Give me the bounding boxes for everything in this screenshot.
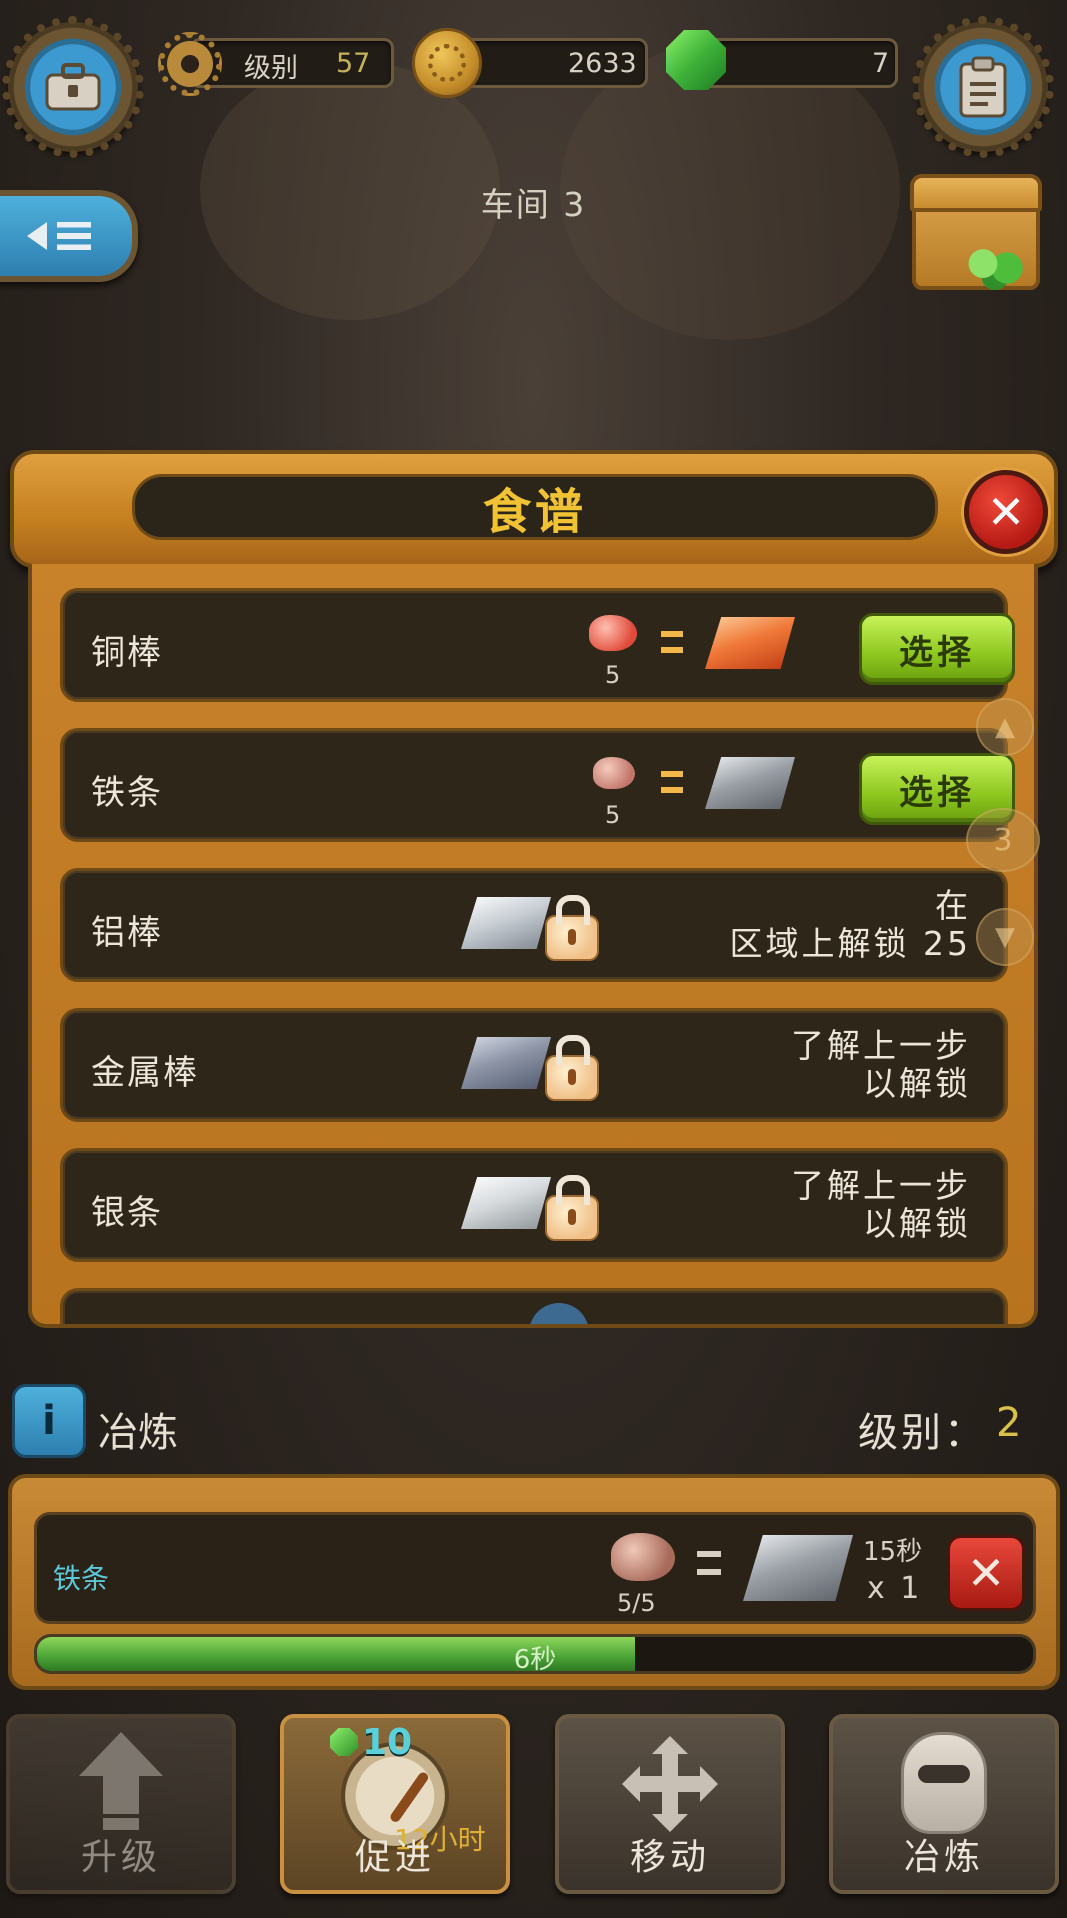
recipe-name: 金属棒: [91, 1053, 199, 1093]
recipe-row: 铁条 5 选择: [60, 728, 1015, 842]
clock-hand: [388, 1770, 431, 1824]
close-icon: ✕: [986, 485, 1026, 539]
copper-ore-icon: [589, 615, 637, 651]
gear-icon: [158, 32, 222, 96]
recipe-row: 银条 了解上一步 以解锁: [60, 1148, 1008, 1262]
info-button[interactable]: i: [12, 1384, 86, 1458]
gem-icon: [330, 1728, 358, 1756]
page-indicator: 3: [966, 808, 1040, 872]
recipe-row: 铝棒 在 区域上解锁 25: [60, 868, 1008, 982]
info-icon: i: [42, 1398, 56, 1444]
move-label: 移动: [629, 1837, 710, 1878]
move-arrows-icon: [622, 1736, 718, 1832]
arrow-up-icon: [79, 1732, 163, 1776]
smelt-button[interactable]: 冶炼: [829, 1714, 1059, 1894]
close-button[interactable]: ✕: [964, 470, 1048, 554]
inventory-button[interactable]: [2, 16, 144, 158]
upgrade-button[interactable]: 升级: [6, 1714, 236, 1894]
progress-bar: 6秒: [34, 1634, 1036, 1674]
unlock-hint-line: 在: [935, 886, 971, 925]
scroll-up-button[interactable]: ▲: [976, 698, 1034, 756]
toolbox-icon: [45, 63, 101, 111]
boost-label: 促进: [354, 1837, 435, 1878]
item-icon: [529, 1303, 589, 1324]
recipe-row: 金属棒 了解上一步 以解锁: [60, 1008, 1008, 1122]
menu-icon: [57, 222, 91, 250]
workshop-title: 车间 3: [480, 185, 587, 224]
equals-icon: [697, 1551, 721, 1575]
iron-ore-icon: [611, 1533, 675, 1581]
queue-input-count: 5/5: [617, 1589, 656, 1617]
unlock-hint-line: 了解上一步: [791, 1166, 971, 1205]
aluminum-ingot-icon: [461, 897, 551, 949]
upgrade-label: 升级: [80, 1837, 161, 1878]
iron-ingot-icon: [705, 757, 795, 809]
unlock-hint-line: 以解锁: [863, 1064, 971, 1103]
queue-item-name: 铁条: [53, 1562, 110, 1595]
ore-count: 5: [605, 801, 621, 829]
coin-icon: [412, 28, 482, 98]
iron-ore-icon: [593, 757, 635, 789]
recipe-name: 铁条: [91, 773, 163, 813]
unlock-hint-line: 区域上解锁 25: [729, 924, 971, 963]
queue-duration: 15秒: [863, 1537, 923, 1567]
building-level-value: 2: [996, 1400, 1022, 1446]
move-button[interactable]: 移动: [555, 1714, 785, 1894]
production-queue: 铁条 5/5 15秒 x 1 ✕ 6秒: [8, 1474, 1060, 1690]
select-button[interactable]: 选择: [859, 613, 1015, 685]
recipe-title-bar: 食谱: [132, 474, 938, 540]
copper-ingot-icon: [705, 617, 795, 669]
recipe-name: 铜棒: [91, 633, 163, 673]
gem-icon: [666, 30, 726, 90]
chest-gem-icon: [965, 246, 1025, 290]
queue-multiplier: x 1: [867, 1571, 923, 1606]
coin-count: 2633: [568, 48, 637, 79]
lock-icon: [545, 1175, 599, 1241]
clipboard-icon: [959, 56, 1007, 118]
equals-icon: [661, 631, 683, 653]
lock-icon: [545, 895, 599, 961]
close-icon: ✕: [966, 1546, 1006, 1600]
recipe-name: 铝棒: [91, 913, 163, 953]
equals-icon: [661, 771, 683, 793]
tasks-button[interactable]: [912, 16, 1054, 158]
recipe-row: [60, 1288, 1008, 1324]
recipe-name: 银条: [91, 1193, 163, 1233]
queue-slot: 铁条 5/5 15秒 x 1 ✕: [34, 1512, 1036, 1624]
unlock-hint: 了解上一步 以解锁: [791, 1027, 971, 1103]
arrow-left-icon: [27, 222, 47, 250]
arrow-up-icon-stem: [103, 1774, 139, 1814]
building-name: 冶炼: [98, 1410, 178, 1456]
iron-ingot-icon: [743, 1535, 853, 1601]
level-value: 57: [336, 48, 371, 79]
progress-text: 6秒: [513, 1645, 557, 1674]
metal-ingot-icon: [461, 1037, 551, 1089]
recipe-panel-header: 食谱 ✕: [10, 450, 1058, 568]
level-label: 级别: [244, 53, 298, 84]
cancel-button[interactable]: ✕: [947, 1535, 1025, 1611]
lock-icon: [545, 1035, 599, 1101]
recipe-panel-title: 食谱: [482, 484, 587, 540]
unlock-hint: 了解上一步 以解锁: [791, 1167, 971, 1243]
ore-count: 5: [605, 661, 621, 689]
scroll-down-button[interactable]: ▼: [976, 908, 1034, 966]
unlock-hint-line: 以解锁: [863, 1204, 971, 1243]
silver-ingot-icon: [461, 1177, 551, 1229]
smelt-label: 冶炼: [903, 1837, 984, 1878]
gem-count: 7: [872, 48, 890, 79]
boost-button[interactable]: 10 12小时 促进: [280, 1714, 510, 1894]
recipe-list[interactable]: 铜棒 5 选择 铁条 5 选择 铝棒 在 区域上解锁 25 金属棒 了解上一步 …: [28, 564, 1038, 1328]
building-level-label: 级别：: [858, 1410, 987, 1456]
mask-visor: [918, 1765, 970, 1783]
recipe-row: 铜棒 5 选择: [60, 588, 1015, 702]
unlock-hint: 在 区域上解锁 25: [730, 887, 971, 963]
boost-cost: 10: [362, 1722, 413, 1763]
welding-mask-icon: [901, 1732, 987, 1834]
unlock-hint-line: 了解上一步: [791, 1026, 971, 1065]
